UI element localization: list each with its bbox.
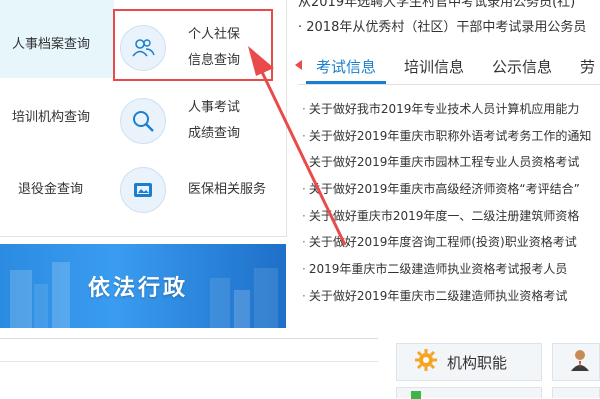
photos-icon xyxy=(120,167,166,213)
banner-title: 依法行政 xyxy=(88,276,189,301)
button-partial[interactable] xyxy=(552,387,600,398)
bottom-panel xyxy=(0,338,378,399)
tab-labor[interactable]: 劳 xyxy=(580,56,595,77)
service-panel: 人事档案查询 个人社保 信息查询 培训机构查询 人事考试 成绩查询 退役金查询 … xyxy=(0,0,287,237)
news-item[interactable]: · 关于做好2019年重庆市园林工程专业人员资格考试 xyxy=(302,149,600,176)
service-retirement-query[interactable]: 退役金查询 xyxy=(18,177,83,203)
org-function-button[interactable]: 机构职能 xyxy=(396,343,542,381)
news-item[interactable]: · 关于做好2019年重庆市职称外语考试考务工作的通知 xyxy=(302,123,600,150)
news-item[interactable]: · 2019年重庆市二级建造师执业资格考试报考人员 xyxy=(302,256,600,283)
highlight-box xyxy=(113,9,273,81)
news-item[interactable]: · 关于做好我市2019年专业技术人员计算机应用能力 xyxy=(302,96,600,123)
divider xyxy=(0,361,378,362)
service-label: 培训机构查询 xyxy=(12,110,91,125)
news-tabs: 考试信息 培训信息 公示信息 劳 xyxy=(298,46,600,85)
search-icon xyxy=(120,98,166,144)
news-item[interactable]: · 关于做好2019年重庆市二级建造师执业资格考试 xyxy=(302,283,600,310)
service-exam-score-query[interactable]: 人事考试 成绩查询 xyxy=(120,95,240,147)
gear-icon xyxy=(413,347,439,377)
top-news-item[interactable]: 从2019年选聘大学生村官中考试录用公务员(社) xyxy=(298,0,575,10)
person-icon xyxy=(569,347,591,377)
tab-active-indicator xyxy=(306,81,386,84)
news-item[interactable]: · 关于做好2019年度咨询工程师(投资)职业资格考试 xyxy=(302,229,600,256)
service-label-line2: 成绩查询 xyxy=(188,126,241,141)
leader-button[interactable] xyxy=(552,343,600,381)
service-label: 退役金查询 xyxy=(18,182,84,197)
service-archive-query[interactable]: 人事档案查询 xyxy=(12,32,90,58)
news-list: · 关于做好我市2019年专业技术人员计算机应用能力 · 关于做好2019年重庆市职… xyxy=(302,96,600,310)
service-label: 医保相关服务 xyxy=(188,182,267,197)
tab-public-info[interactable]: 公示信息 xyxy=(492,56,552,77)
service-training-query[interactable]: 培训机构查询 xyxy=(12,105,90,131)
banner-law-administration[interactable]: 依法行政 xyxy=(0,244,286,328)
button-partial[interactable] xyxy=(396,387,542,399)
top-news-item[interactable]: · 2018年从优秀村（社区）干部中考试录用公务员 xyxy=(298,16,586,35)
news-item[interactable]: · 关于做好重庆市2019年度一、二级注册建筑师资格 xyxy=(302,203,600,230)
button-label: 机构职能 xyxy=(447,353,508,372)
tab-exam-info[interactable]: 考试信息 xyxy=(316,56,376,77)
tab-training-info[interactable]: 培训信息 xyxy=(404,56,464,77)
service-label-line1: 人事考试 xyxy=(188,100,241,115)
service-medical-insurance[interactable]: 医保相关服务 xyxy=(120,167,266,213)
service-label: 人事档案查询 xyxy=(12,37,91,52)
news-item[interactable]: · 关于做好2019年重庆市高级经济师资格“考评结合” xyxy=(302,176,600,203)
